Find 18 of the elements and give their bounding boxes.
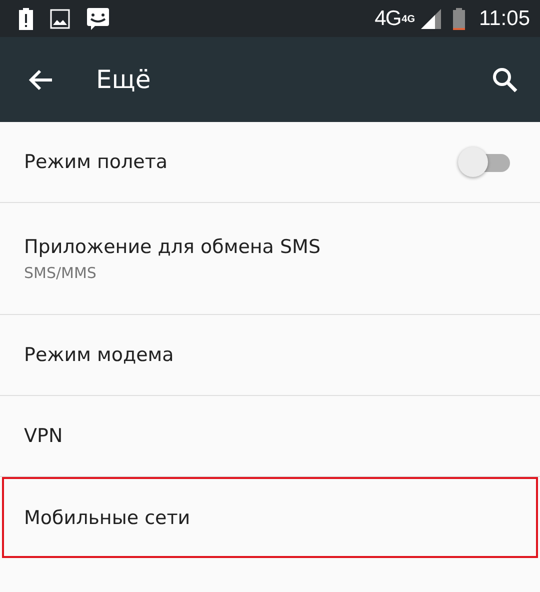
network-superscript-label: 4G bbox=[402, 14, 415, 24]
item-title[interactable]: VPN bbox=[24, 425, 516, 447]
search-icon[interactable] bbox=[492, 66, 518, 92]
highlight-frame[interactable]: Мобильные сети bbox=[2, 477, 538, 558]
battery-alert-icon bbox=[18, 8, 34, 30]
signal-icon bbox=[421, 8, 441, 28]
network-type: 4G bbox=[374, 6, 401, 30]
item-title[interactable]: Режим полета bbox=[24, 151, 458, 173]
clock: 11:05 bbox=[479, 6, 530, 30]
toolbar-title: Ещё bbox=[96, 65, 152, 94]
item-title[interactable]: Режим модема bbox=[24, 344, 516, 366]
back-arrow-icon[interactable] bbox=[28, 68, 54, 92]
battery-icon bbox=[453, 8, 465, 30]
message-icon bbox=[86, 6, 110, 30]
image-icon bbox=[50, 8, 70, 28]
item-title: Мобильные сети bbox=[24, 506, 192, 528]
item-summary: SMS/MMS bbox=[24, 264, 98, 282]
item-title[interactable]: Приложение для обмена SMS bbox=[24, 236, 516, 258]
